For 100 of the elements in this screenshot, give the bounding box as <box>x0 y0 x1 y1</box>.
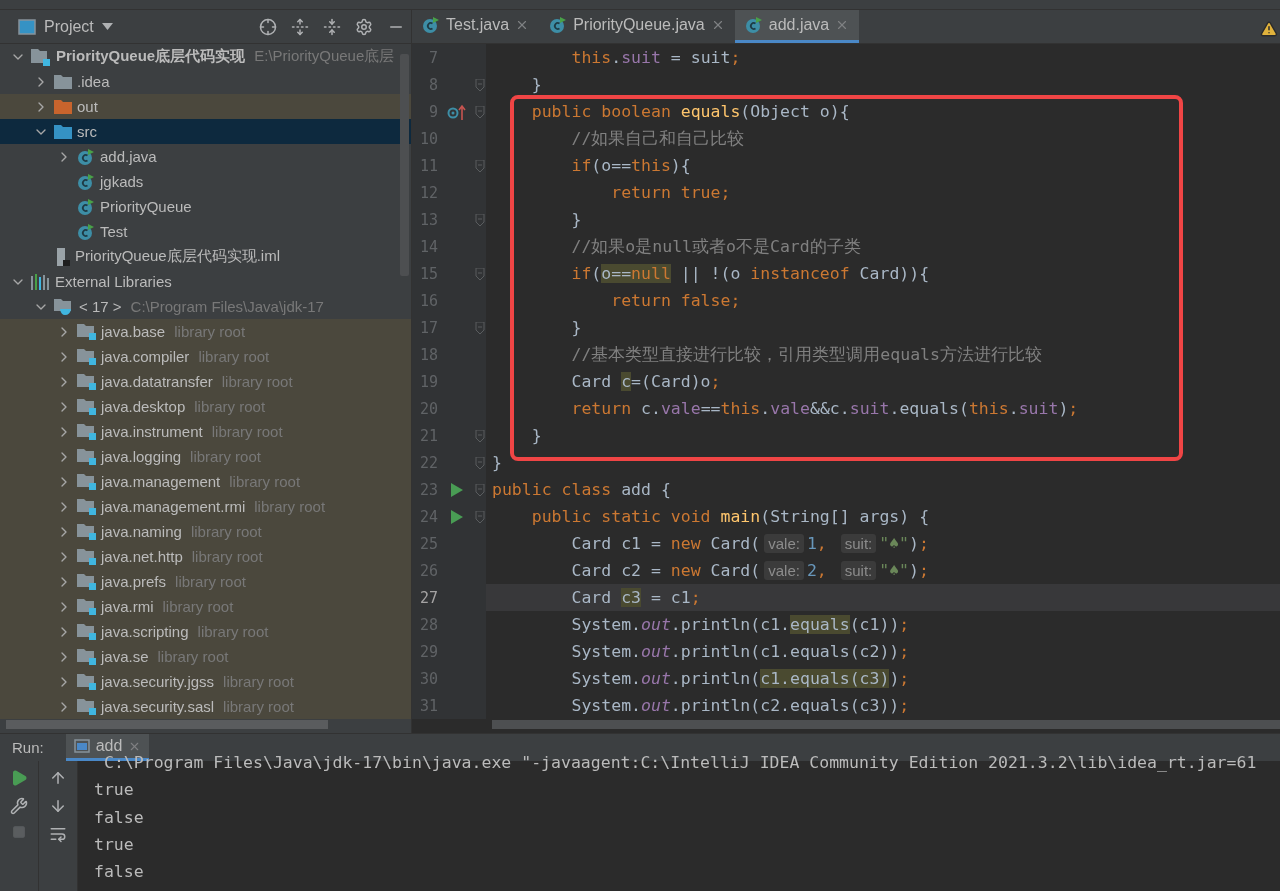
fold-icon[interactable] <box>475 429 485 442</box>
module-folder-icon <box>77 598 96 615</box>
scrollbar[interactable] <box>492 720 1280 729</box>
highlighted-tree-row[interactable]: java.net.http library root <box>0 544 411 569</box>
wrench-icon[interactable] <box>10 797 28 815</box>
tree-item-hint: library root <box>221 373 293 390</box>
override-icon[interactable] <box>447 103 467 120</box>
fold-icon[interactable] <box>475 78 485 91</box>
module-folder-icon <box>77 423 96 440</box>
tree-item-label[interactable]: java.scripting <box>101 623 189 640</box>
tree-item-hint: library root <box>175 573 246 590</box>
tree-item-hint: C:\Program Files\Java\jdk-17 <box>130 298 324 315</box>
highlighted-tree-row[interactable]: java.naming library root <box>0 519 411 544</box>
tree-item-label[interactable]: java.datatransfer <box>101 373 213 390</box>
highlighted-tree-row[interactable]: java.instrument library root <box>0 419 411 444</box>
folder-icon <box>54 74 72 89</box>
highlighted-tree-row[interactable]: java.compiler library root <box>0 344 411 369</box>
tree-item-label[interactable]: .idea <box>77 73 110 90</box>
run-icon[interactable] <box>451 482 463 497</box>
tree-item-label[interactable]: java.net.http <box>101 548 183 565</box>
highlighted-tree-row[interactable]: java.desktop library root <box>0 394 411 419</box>
project-icon <box>31 47 51 66</box>
fold-icon[interactable] <box>475 267 485 280</box>
expand-all-icon[interactable] <box>291 17 309 36</box>
module-folder-icon <box>77 398 96 415</box>
console-line: true <box>94 779 135 802</box>
panel-title[interactable]: Project <box>44 17 94 36</box>
folder-icon <box>54 124 72 139</box>
tree-item-label[interactable]: External Libraries <box>55 273 172 290</box>
selected-tree-row[interactable]: src <box>0 119 411 144</box>
highlighted-tree-row[interactable]: java.datatransfer library root <box>0 369 411 394</box>
fold-icon[interactable] <box>475 213 485 226</box>
module-folder-icon <box>77 623 96 640</box>
tree-item-label[interactable]: src <box>77 123 97 140</box>
highlighted-tree-row[interactable]: java.se library root <box>0 644 411 669</box>
fold-icon[interactable] <box>475 456 485 469</box>
fold-icon[interactable] <box>475 483 485 496</box>
editor-tab[interactable]: add.java <box>734 10 860 43</box>
module-folder-icon <box>77 448 96 465</box>
highlighted-tree-row[interactable]: java.rmi library root <box>0 594 411 619</box>
down-arrow-icon[interactable] <box>49 797 67 815</box>
highlighted-tree-row[interactable]: java.management library root <box>0 469 411 494</box>
tree-item-label[interactable]: java.rmi <box>101 598 154 615</box>
tree-item-label[interactable]: java.desktop <box>101 398 186 415</box>
tree-item-label[interactable]: java.prefs <box>101 573 167 590</box>
module-folder-icon <box>77 673 96 690</box>
tree-item-label[interactable]: < 17 > <box>79 298 122 315</box>
editor-tab[interactable]: PriorityQueue.java <box>539 10 735 43</box>
tree-item-label[interactable]: java.security.jgss <box>101 673 215 690</box>
collapse-all-icon[interactable] <box>323 17 341 36</box>
highlighted-tree-row[interactable]: java.scripting library root <box>0 619 411 644</box>
editor-tab[interactable]: Test.java <box>412 10 540 43</box>
highlighted-tree-row[interactable]: java.prefs library root <box>0 569 411 594</box>
highlighted-tree-row[interactable]: java.security.jgss library root <box>0 669 411 694</box>
tree-item-label[interactable]: add.java <box>100 148 157 165</box>
locate-icon[interactable] <box>259 17 277 36</box>
fold-icon[interactable] <box>475 159 485 172</box>
fold-icon[interactable] <box>475 105 485 118</box>
highlighted-tree-row[interactable]: java.base library root <box>0 319 411 344</box>
tree-item-label[interactable]: java.security.sasl <box>101 698 215 715</box>
tree-item-label[interactable]: java.logging <box>101 448 182 465</box>
settings-icon[interactable] <box>355 17 373 36</box>
console-line: true <box>94 833 135 856</box>
highlighted-tree-row[interactable]: java.logging library root <box>0 444 411 469</box>
tree-item-hint: E:\PriorityQueue底层 <box>254 47 395 66</box>
module-folder-icon <box>77 648 96 665</box>
tree-item-label[interactable]: PriorityQueue底层代码实现 <box>56 47 246 66</box>
tree-item-label[interactable]: out <box>77 98 98 115</box>
tree-item-label[interactable]: jgkads <box>100 173 144 190</box>
jdk-folder-icon <box>54 298 74 315</box>
warning-icon[interactable] <box>1260 20 1278 38</box>
highlighted-tree-row[interactable]: out <box>0 94 411 119</box>
module-folder-icon <box>77 473 96 490</box>
highlighted-tree-row[interactable]: java.management.rmi library root <box>0 494 411 519</box>
caret-icon[interactable] <box>101 23 113 30</box>
run-icon[interactable] <box>451 509 463 524</box>
module-folder-icon <box>77 498 96 515</box>
tree-item-label[interactable]: PriorityQueue底层代码实现.iml <box>75 247 281 266</box>
highlighted-tree-row[interactable]: java.security.sasl library root <box>0 694 411 719</box>
tree-item-label[interactable]: java.naming <box>101 523 182 540</box>
fold-icon[interactable] <box>475 510 485 523</box>
class-icon <box>744 16 763 34</box>
tree-item-label[interactable]: java.compiler <box>101 348 190 365</box>
tree-item-label[interactable]: java.management <box>101 473 221 490</box>
wrap-icon[interactable] <box>49 825 67 843</box>
run-icon[interactable] <box>10 769 28 787</box>
class-icon <box>77 172 95 191</box>
scrollbar[interactable] <box>400 54 409 276</box>
tree-item-label[interactable]: java.se <box>101 648 149 665</box>
tree-item-label[interactable]: java.instrument <box>101 423 203 440</box>
tree-item-label[interactable]: java.management.rmi <box>101 498 246 515</box>
module-folder-icon <box>77 548 96 565</box>
scrollbar[interactable] <box>6 720 328 729</box>
fold-icon[interactable] <box>475 321 485 334</box>
module-folder-icon <box>77 373 96 390</box>
tree-item-hint: library root <box>198 348 270 365</box>
tree-item-label[interactable]: java.base <box>101 323 166 340</box>
tree-item-hint: library root <box>157 648 229 665</box>
tree-item-label[interactable]: Test <box>100 223 128 240</box>
tree-item-label[interactable]: PriorityQueue <box>100 198 192 215</box>
